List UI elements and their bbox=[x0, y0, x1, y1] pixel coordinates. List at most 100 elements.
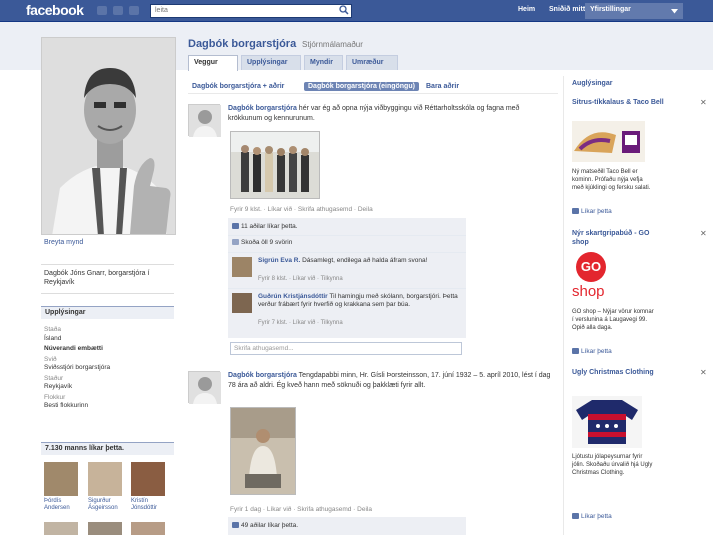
search-icon[interactable] bbox=[339, 5, 349, 15]
info-value: Reykjavík bbox=[44, 383, 73, 390]
comment-author[interactable]: Guðrún Kristjánsdóttir bbox=[258, 293, 328, 300]
filter-page-and-others[interactable]: Dagbók borgarstjóra + aðrir bbox=[188, 82, 288, 91]
comment-section: 49 aðilar líkar þetta. bbox=[228, 517, 466, 535]
facebook-logo[interactable]: facebook bbox=[26, 2, 84, 18]
fan-avatar[interactable] bbox=[44, 462, 78, 496]
ads-heading[interactable]: Auglýsingar bbox=[572, 80, 612, 87]
likes-summary[interactable]: 49 aðilar líkar þetta. bbox=[232, 522, 298, 529]
likes-summary[interactable]: 11 aðilar líkar þetta. bbox=[232, 223, 298, 230]
search-input[interactable]: leita bbox=[150, 4, 352, 18]
thumbs-up-icon bbox=[572, 513, 579, 519]
page-category: Stjórnmálamaður bbox=[302, 40, 363, 49]
person-icon bbox=[189, 372, 221, 404]
friend-requests-icon[interactable] bbox=[97, 6, 107, 15]
comment-meta[interactable]: Fyrir 7 klst. · Líkar við · Tilkynna bbox=[258, 320, 343, 326]
edit-photo-link[interactable]: Breyta mynd bbox=[44, 239, 83, 246]
fan-item[interactable]: Kristín Jónsdóttir bbox=[131, 462, 169, 512]
messages-icon[interactable] bbox=[113, 6, 123, 15]
ad-title[interactable]: Ugly Christmas Clothing bbox=[572, 368, 664, 377]
ad-like-button[interactable]: Líkar þetta bbox=[572, 513, 612, 520]
likes-count-text[interactable]: 11 aðilar líkar þetta. bbox=[241, 223, 298, 230]
likes-heading: 7.130 manns líkar þetta. bbox=[41, 442, 174, 455]
nav-account-label: Yfirstillingar bbox=[590, 6, 631, 13]
ad-like-label[interactable]: Líkar þetta bbox=[581, 348, 612, 355]
tab-discussions[interactable]: Umræður bbox=[346, 55, 398, 70]
ad-like-button[interactable]: Líkar þetta bbox=[572, 348, 612, 355]
info-key: Svið bbox=[44, 355, 57, 363]
go-shop-logo[interactable]: GO bbox=[576, 252, 606, 282]
tab-info[interactable]: Upplýsingar bbox=[241, 55, 301, 70]
view-all-label[interactable]: Skoða öll 9 svörin bbox=[241, 239, 292, 246]
post-author-avatar[interactable] bbox=[188, 104, 221, 137]
info-key: Flokkur bbox=[44, 393, 66, 401]
about-text: Dagbók Jóns Gnarr, borgarstjóra í Reykja… bbox=[41, 264, 174, 294]
comment-author[interactable]: Sigrún Eva R. bbox=[258, 257, 300, 264]
comment-meta[interactable]: Fyrir 8 klst. · Líkar við · Tilkynna bbox=[258, 276, 343, 282]
comment-avatar[interactable] bbox=[232, 293, 252, 313]
fan-item[interactable]: Sigurður Ásgeirsson bbox=[88, 462, 126, 512]
comment-avatar[interactable] bbox=[232, 257, 252, 277]
tab-photos[interactable]: Myndir bbox=[304, 55, 343, 70]
info-value: Sviðsstjóri borgarstjóra bbox=[44, 364, 111, 371]
comment-text: Sigrún Eva R. Dásamlegt, endilega að hal… bbox=[258, 257, 462, 265]
fan-name[interactable]: Sigurður Ásgeirsson bbox=[88, 498, 126, 512]
group-photo-illustration bbox=[231, 132, 319, 198]
ad-image[interactable] bbox=[572, 121, 645, 162]
tab-wall[interactable]: Veggur bbox=[188, 55, 238, 71]
post-author-avatar[interactable] bbox=[188, 371, 221, 404]
post-photo[interactable] bbox=[230, 407, 296, 495]
nav-home-link[interactable]: Heim bbox=[518, 6, 535, 13]
ad-like-label[interactable]: Líkar þetta bbox=[581, 513, 612, 520]
fan-avatar[interactable] bbox=[88, 522, 122, 535]
comment-body: Dásamlegt, endilega að halda áfram svona… bbox=[300, 257, 428, 264]
comment-text: Guðrún Kristjánsdóttir Til hamingju með … bbox=[258, 293, 462, 309]
post-author-link[interactable]: Dagbók borgarstjóra bbox=[228, 105, 297, 112]
divider bbox=[228, 252, 466, 253]
post-photo[interactable] bbox=[230, 131, 320, 199]
divider bbox=[228, 235, 466, 236]
ad-body: Ljótustu jólapeysurnar fyrir jólin. Skoð… bbox=[572, 454, 653, 476]
filter-page-only[interactable]: Dagbók borgarstjóra (eingöngu) bbox=[304, 82, 419, 91]
write-comment-input[interactable]: Skrifa athugasemd... bbox=[230, 342, 462, 355]
ad-like-button[interactable]: Líkar þetta bbox=[572, 208, 612, 215]
thumbs-up-icon bbox=[232, 522, 239, 528]
fan-avatar[interactable] bbox=[131, 522, 165, 535]
likes-count-text[interactable]: 49 aðilar líkar þetta. bbox=[241, 522, 298, 529]
ad-title[interactable]: Nýr skartgripabúð - GO shop bbox=[572, 229, 664, 247]
ad-image[interactable] bbox=[572, 396, 642, 448]
comment-icon bbox=[232, 239, 239, 245]
close-icon[interactable]: ✕ bbox=[700, 368, 707, 377]
go-shop-logo-text[interactable]: shop bbox=[572, 283, 605, 300]
info-value: Núverandi embætti bbox=[44, 345, 103, 352]
profile-picture[interactable] bbox=[41, 37, 176, 235]
filter-others-only[interactable]: Bara aðrir bbox=[422, 82, 463, 91]
sidebar-ads: Auglýsingar Sitrus-tíkkalaus & Taco Bell… bbox=[563, 76, 713, 535]
close-icon[interactable]: ✕ bbox=[700, 98, 707, 107]
post-meta[interactable]: Fyrir 9 klst. · Líkar við · Skrifa athug… bbox=[230, 206, 373, 213]
top-navigation-bar: facebook leita Heim Sniðið mitt Yfirstil… bbox=[0, 0, 713, 22]
ad-body: GO shop – Nýjar vörur komnar í verslunin… bbox=[572, 309, 654, 331]
post-text: Dagbók borgarstjóra hér var ég að opna n… bbox=[228, 104, 553, 123]
page-title: Dagbók borgarstjóra bbox=[188, 38, 297, 50]
fan-item[interactable]: Þórdís Andersen bbox=[44, 462, 82, 512]
thumbs-up-icon bbox=[232, 223, 239, 229]
nav-profile-link[interactable]: Sniðið mitt bbox=[549, 6, 585, 13]
thumbs-up-icon bbox=[572, 348, 579, 354]
fan-avatar[interactable] bbox=[131, 462, 165, 496]
nav-account-menu[interactable]: Yfirstillingar bbox=[585, 3, 683, 19]
taco-bell-ad-illustration bbox=[572, 121, 645, 162]
close-icon[interactable]: ✕ bbox=[700, 229, 707, 238]
fan-avatar[interactable] bbox=[44, 522, 78, 535]
fan-name[interactable]: Kristín Jónsdóttir bbox=[131, 498, 169, 512]
notifications-icon[interactable] bbox=[129, 6, 139, 15]
fan-avatar[interactable] bbox=[88, 462, 122, 496]
ad-like-label[interactable]: Líkar þetta bbox=[581, 208, 612, 215]
post-meta[interactable]: Fyrir 1 dag · Líkar við · Skrifa athugas… bbox=[230, 506, 372, 513]
fan-name[interactable]: Þórdís Andersen bbox=[44, 498, 82, 512]
profile-picture-illustration bbox=[42, 38, 175, 234]
view-all-comments[interactable]: Skoða öll 9 svörin bbox=[232, 239, 292, 246]
ad-title[interactable]: Sitrus-tíkkalaus & Taco Bell bbox=[572, 98, 664, 107]
info-key: Staður bbox=[44, 374, 64, 382]
info-value: Besti flokkurinn bbox=[44, 402, 89, 409]
post-author-link[interactable]: Dagbók borgarstjóra bbox=[228, 372, 297, 379]
